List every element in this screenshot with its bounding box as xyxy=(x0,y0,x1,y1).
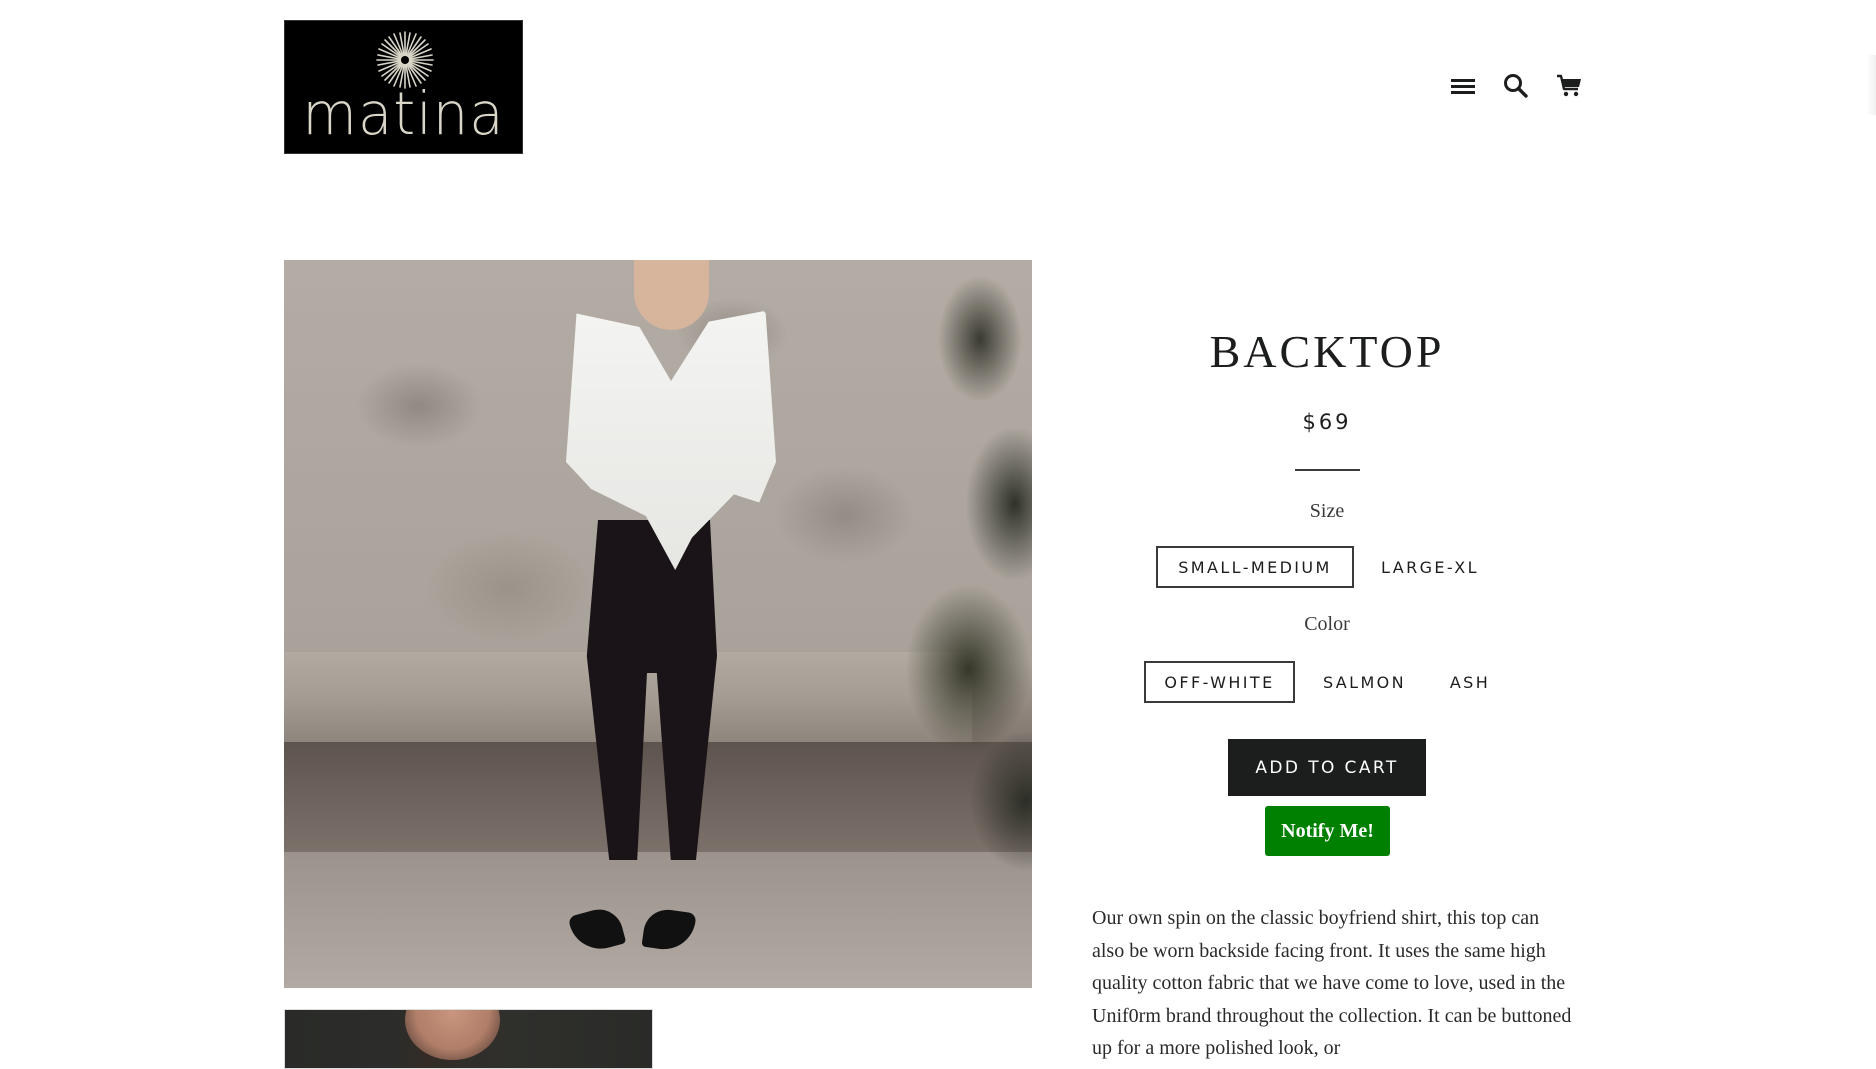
cart-icon xyxy=(1557,74,1581,97)
color-option-off-white[interactable]: OFF-WHITE xyxy=(1144,661,1295,703)
color-option-salmon[interactable]: SALMON xyxy=(1307,661,1422,703)
page-edge-shadow xyxy=(1866,55,1876,115)
search-icon xyxy=(1504,74,1528,98)
add-to-cart-button[interactable]: ADD TO CART xyxy=(1228,739,1426,796)
price-divider xyxy=(1295,469,1360,471)
menu-button[interactable] xyxy=(1447,70,1479,102)
hamburger-menu-icon xyxy=(1451,79,1475,94)
product-thumbnail[interactable] xyxy=(284,1009,653,1069)
notify-me-button[interactable]: Notify Me! xyxy=(1265,806,1390,856)
product-price: $69 xyxy=(1302,410,1352,434)
product-main-image[interactable] xyxy=(284,260,1032,988)
color-option-ash[interactable]: ASH xyxy=(1437,661,1503,703)
plant xyxy=(842,260,1032,900)
logo-link[interactable]: matina xyxy=(284,20,523,154)
thumbnail-face xyxy=(405,1010,500,1060)
color-label: Color xyxy=(1304,613,1350,635)
cart-button[interactable] xyxy=(1553,70,1585,102)
logo-wordmark: matina xyxy=(302,80,505,149)
search-button[interactable] xyxy=(1500,70,1532,102)
size-label: Size xyxy=(1309,500,1345,522)
size-option-large-xl[interactable]: LARGE-XL xyxy=(1365,546,1495,588)
product-title: BACKTOP xyxy=(1209,326,1445,377)
product-description: Our own spin on the classic boyfriend sh… xyxy=(1092,907,1572,1059)
size-option-small-medium[interactable]: SMALL-MEDIUM xyxy=(1156,546,1354,588)
